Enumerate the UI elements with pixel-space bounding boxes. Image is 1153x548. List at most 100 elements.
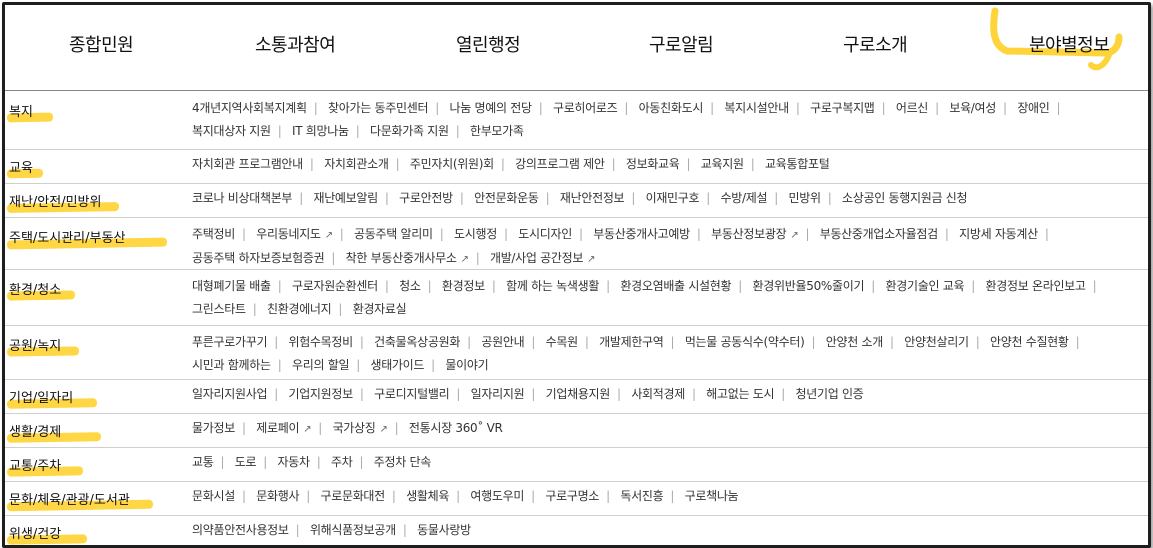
category-link[interactable]: IT 희망나눔 — [292, 124, 349, 138]
category-link[interactable]: 안양천 수질현황 — [990, 335, 1069, 349]
category-link[interactable]: 문화시설 — [192, 489, 235, 503]
category-link[interactable]: 구로안전방 — [399, 191, 453, 205]
category-link[interactable]: 환경정보 온라인보고 — [985, 279, 1085, 293]
category-link[interactable]: 정보화교육 — [626, 157, 680, 171]
category-link[interactable]: 복지시설안내 — [724, 101, 789, 115]
category-link[interactable]: 공동주택 하자보증보험증권 — [192, 251, 325, 265]
category-link[interactable]: 동물사랑방 — [417, 523, 471, 537]
category-link[interactable]: 청소 — [399, 279, 421, 293]
category-link[interactable]: 한부모가족 — [470, 124, 524, 138]
category-link[interactable]: 물가정보 — [192, 421, 235, 435]
category-link[interactable]: 문화행사 — [256, 489, 299, 503]
gnb-tab-general-civil[interactable]: 종합민원 — [69, 31, 134, 57]
category-link[interactable]: 지방세 자동계산 — [959, 227, 1038, 241]
category-link[interactable]: 개발/사업 공간정보 ↗ — [490, 251, 596, 265]
category-link[interactable]: 환경오염배출 시설현황 — [620, 279, 731, 293]
category-link[interactable]: 환경자료실 — [353, 302, 407, 316]
category-link[interactable]: 국가상징 ↗ — [333, 421, 388, 435]
category-link[interactable]: 푸른구로가꾸기 — [192, 335, 267, 349]
category-link[interactable]: 우리의 할일 — [292, 358, 350, 372]
category-link[interactable]: 환경위반율50%줄이기 — [753, 279, 865, 293]
category-link[interactable]: 보육/여성 — [949, 101, 996, 115]
category-link[interactable]: 주민자치(위원)회 — [410, 157, 494, 171]
category-link[interactable]: 재난안전정보 — [560, 191, 625, 205]
category-link[interactable]: 찾아가는 동주민센터 — [328, 101, 428, 115]
category-link[interactable]: 기업채용지원 — [546, 387, 611, 401]
category-link[interactable]: 교육지원 — [701, 157, 744, 171]
category-link[interactable]: 기업지원정보 — [288, 387, 353, 401]
category-link[interactable]: 그린스타트 — [192, 302, 246, 316]
gnb-tab-guro-news[interactable]: 구로알림 — [649, 31, 714, 57]
gnb-tab-guro-intro[interactable]: 구로소개 — [843, 31, 908, 57]
category-link[interactable]: 위해식품정보공개 — [310, 523, 396, 537]
category-link[interactable]: 친환경에너지 — [267, 302, 332, 316]
category-link[interactable]: 구로히어로즈 — [553, 101, 618, 115]
category-title[interactable]: 위생/건강 — [9, 523, 61, 542]
category-link[interactable]: 환경기술인 교육 — [886, 279, 965, 293]
category-link[interactable]: 대형폐기물 배출 — [192, 279, 271, 293]
category-link[interactable]: 어르신 — [896, 101, 929, 115]
category-link[interactable]: 코로나 비상대책본부 — [192, 191, 292, 205]
category-title[interactable]: 문화/체육/관광/도서관 — [9, 489, 130, 508]
category-link[interactable]: 재난예보알림 — [313, 191, 378, 205]
category-link[interactable]: 구로문화대전 — [320, 489, 385, 503]
gnb-tab-field-info[interactable]: 분야별정보 — [1029, 31, 1110, 57]
category-link[interactable]: 물이야기 — [445, 358, 488, 372]
category-link[interactable]: 위험수목정비 — [288, 335, 353, 349]
category-link[interactable]: 4개년지역사회복지계획 — [192, 101, 307, 115]
category-link[interactable]: 자동차 — [278, 455, 311, 469]
category-link[interactable]: 먹는물 공동식수(약수터) — [685, 335, 805, 349]
category-link[interactable]: 주차 — [331, 455, 353, 469]
category-link[interactable]: 안전문화운동 — [474, 191, 539, 205]
category-title[interactable]: 공원/녹지 — [9, 335, 61, 354]
category-link[interactable]: 장애인 — [1017, 101, 1050, 115]
category-link[interactable]: 소상공인 동행지원금 신청 — [842, 191, 967, 205]
category-link[interactable]: 개발제한구역 — [599, 335, 664, 349]
category-link[interactable]: 안양천살리기 — [904, 335, 969, 349]
category-link[interactable]: 청년기업 인증 — [796, 387, 864, 401]
category-link[interactable]: 공동주택 알리미 — [354, 227, 433, 241]
category-title[interactable]: 교육 — [9, 157, 33, 176]
category-link[interactable]: 해고없는 도시 — [706, 387, 774, 401]
category-link[interactable]: 주택정비 — [192, 227, 235, 241]
category-link[interactable]: 민방위 — [789, 191, 822, 205]
category-title[interactable]: 기업/일자리 — [9, 387, 73, 406]
category-link[interactable]: 안양천 소개 — [826, 335, 884, 349]
category-link[interactable]: 함께 하는 녹색생활 — [506, 279, 599, 293]
category-link[interactable]: 강의프로그램 제안 — [515, 157, 605, 171]
category-link[interactable]: 착한 부동산중개사무소 ↗ — [346, 251, 469, 265]
category-title[interactable]: 생활/경제 — [9, 421, 61, 440]
category-link[interactable]: 여행도우미 — [470, 489, 524, 503]
category-link[interactable]: 생활체육 — [406, 489, 449, 503]
category-title[interactable]: 주택/도시관리/부동산 — [9, 227, 125, 246]
category-link[interactable]: 수목원 — [546, 335, 579, 349]
category-link[interactable]: 구로구복지맵 — [810, 101, 875, 115]
category-link[interactable]: 환경정보 — [442, 279, 485, 293]
category-link[interactable]: 생태가이드 — [370, 358, 424, 372]
category-link[interactable]: 독서진흥 — [620, 489, 663, 503]
category-link[interactable]: 부동산정보광장 ↗ — [711, 227, 799, 241]
category-link[interactable]: 아동친화도시 — [639, 101, 704, 115]
category-link[interactable]: 사회적경제 — [631, 387, 685, 401]
category-link[interactable]: 자치회관소개 — [324, 157, 389, 171]
category-link[interactable]: 의약품안전사용정보 — [192, 523, 289, 537]
category-link[interactable]: 주정차 단속 — [374, 455, 432, 469]
category-link[interactable]: 복지대상자 지원 — [192, 124, 271, 138]
category-link[interactable]: 교통 — [192, 455, 214, 469]
category-link[interactable]: 교육통합포털 — [765, 157, 830, 171]
category-link[interactable]: 구로자원순환센터 — [292, 279, 378, 293]
category-title[interactable]: 재난/안전/민방위 — [9, 191, 101, 210]
category-link[interactable]: 도시디자인 — [518, 227, 572, 241]
category-link[interactable]: 구로디지털밸리 — [374, 387, 449, 401]
category-link[interactable]: 일자리지원사업 — [192, 387, 267, 401]
category-title[interactable]: 복지 — [9, 101, 33, 120]
category-link[interactable]: 나눔 명예의 전당 — [449, 101, 532, 115]
category-title[interactable]: 환경/청소 — [9, 279, 61, 298]
gnb-tab-communication[interactable]: 소통과참여 — [255, 31, 336, 57]
category-link[interactable]: 구로책나눔 — [685, 489, 739, 503]
gnb-tab-open-admin[interactable]: 열린행정 — [456, 31, 521, 57]
category-link[interactable]: 부동산중개사고예방 — [593, 227, 690, 241]
category-link[interactable]: 도로 — [235, 455, 257, 469]
category-link[interactable]: 구로구명소 — [545, 489, 599, 503]
category-link[interactable]: 수방/제설 — [721, 191, 768, 205]
